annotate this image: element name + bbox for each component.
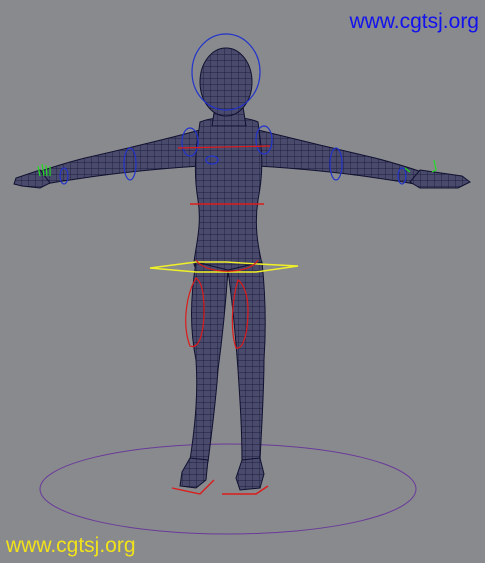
- foot-left-mesh[interactable]: [179, 457, 209, 489]
- maya-viewport[interactable]: www.cgtsj.org www.cgtsj.org: [0, 0, 485, 563]
- arm-left-mesh[interactable]: [37, 129, 201, 186]
- hand-right-mesh[interactable]: [409, 169, 471, 189]
- head-mesh[interactable]: [199, 47, 253, 117]
- watermark-top: www.cgtsj.org: [348, 10, 479, 33]
- leg-right-mesh[interactable]: [227, 261, 266, 463]
- character-mesh[interactable]: [13, 47, 471, 491]
- viewport-scene[interactable]: www.cgtsj.org www.cgtsj.org: [0, 0, 485, 563]
- torso-mesh[interactable]: [193, 117, 263, 277]
- foot-right-mesh[interactable]: [235, 457, 265, 491]
- leg-left-mesh[interactable]: [189, 261, 229, 463]
- ground-control[interactable]: [39, 443, 417, 535]
- watermark-bottom: www.cgtsj.org: [5, 534, 136, 557]
